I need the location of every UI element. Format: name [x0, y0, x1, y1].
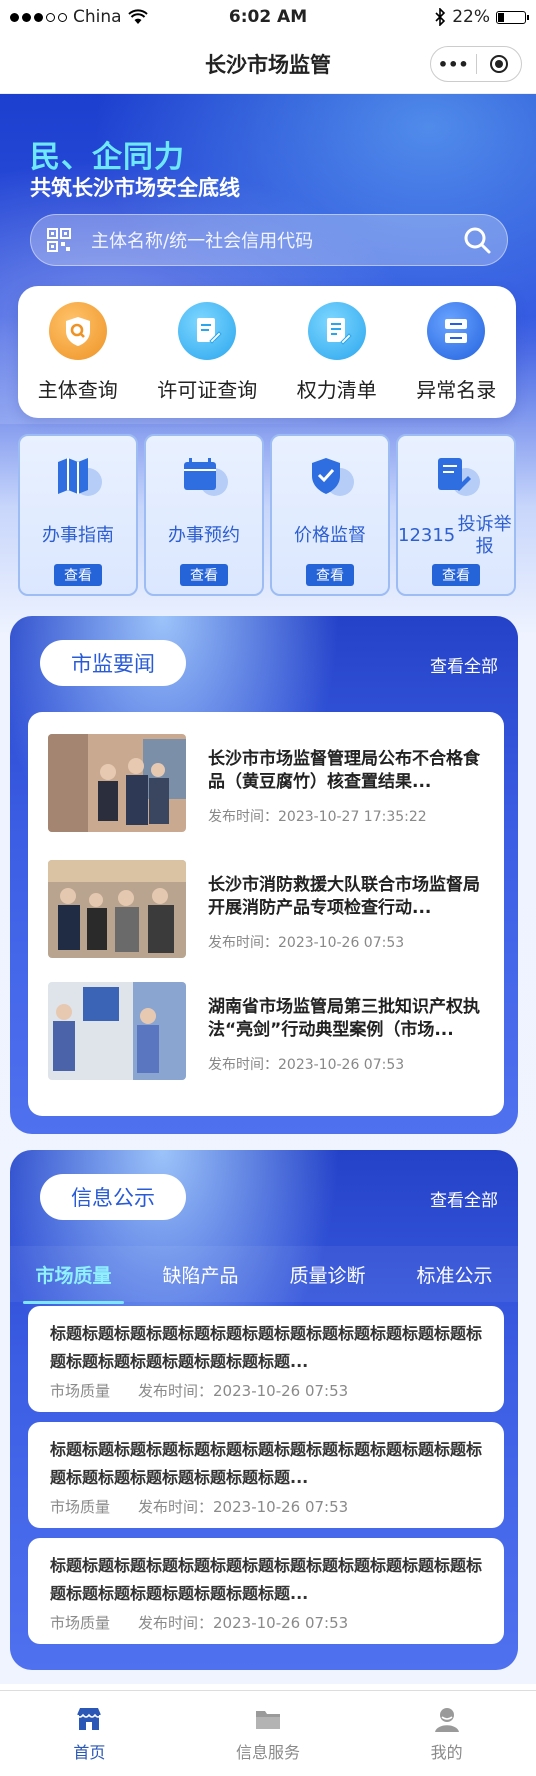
news-thumbnail: [48, 734, 186, 832]
service-price-supervision-tile[interactable]: 价格监督 查看: [270, 434, 390, 596]
more-dots-icon: •••: [437, 54, 469, 74]
status-bar: China 6:02 AM 22%: [0, 0, 536, 34]
news-thumbnail: [48, 860, 186, 958]
abnormal-list-icon: [427, 301, 486, 360]
wifi-icon: [127, 9, 148, 24]
quick-action-label: 权力清单: [296, 377, 377, 402]
tab-info-service[interactable]: 信息服务: [208, 1705, 328, 1763]
hero-slogan-sub: 共筑长沙市场安全底线: [30, 176, 240, 200]
quick-action-power-list[interactable]: 权力清单: [296, 301, 377, 403]
service-appointment-tile[interactable]: 办事预约 查看: [144, 434, 264, 596]
service-guide-tile[interactable]: 办事指南 查看: [18, 434, 138, 596]
search-icon[interactable]: [463, 226, 491, 254]
tab-market-quality[interactable]: 市场质量: [23, 1255, 124, 1304]
info-title: 标题标题标题标题标题标题标题标题标题标题标题标题标题标题标题标题标题标题标题标题…: [50, 1324, 483, 1371]
calendar-icon: [178, 456, 230, 500]
info-time: 发布时间：2023-10-26 07:53: [138, 1382, 349, 1400]
service-label: 12315 投诉举报: [398, 514, 514, 558]
bottom-tab-bar: 首页 信息服务 我的: [0, 1690, 536, 1776]
service-tiles: 办事指南 查看 办事预约 查看 价格监督 查看 12315 投诉举报 查看: [18, 434, 516, 596]
qr-scan-icon[interactable]: [47, 228, 71, 252]
info-list-item[interactable]: 标题标题标题标题标题标题标题标题标题标题标题标题标题标题标题标题标题标题标题标题…: [28, 1306, 504, 1412]
news-title: 湖南省市场监管局第三批知识产权执法“亮剑”行动典型案例（市场...: [208, 997, 480, 1040]
license-doc-icon: [178, 301, 237, 360]
quick-action-entity-query[interactable]: 主体查询: [37, 301, 118, 403]
service-label: 办事指南: [42, 525, 114, 546]
search-input[interactable]: 主体名称/统一社会信用代码: [91, 227, 463, 253]
news-list: 长沙市市场监督管理局公布不合格食品（黄豆腐竹）核查置结果... 发布时间：202…: [28, 712, 504, 1116]
section-title: 市监要闻: [40, 640, 186, 686]
user-icon: [434, 1707, 459, 1732]
page-title: 长沙市场监管: [205, 52, 331, 77]
news-item[interactable]: 长沙市消防救援大队联合市场监督局开展消防产品专项检查行动... 发布时间：202…: [48, 860, 488, 960]
view-button[interactable]: 查看: [54, 564, 102, 586]
info-view-all-link[interactable]: 查看全部: [430, 1186, 498, 1211]
news-panel: 市监要闻 查看全部 长沙市市场监督管理局公布不合格食品（黄豆腐竹）核查置结果..…: [10, 616, 518, 1134]
target-icon: [489, 55, 508, 73]
tab-label: 首页: [73, 1742, 106, 1762]
bluetooth-icon: [435, 8, 446, 26]
quick-action-label: 主体查询: [37, 377, 118, 402]
tab-home[interactable]: 首页: [29, 1705, 149, 1763]
quick-action-label: 异常名录: [416, 377, 497, 402]
view-button[interactable]: 查看: [180, 564, 228, 586]
info-panel: 信息公示 查看全部 市场质量 缺陷产品 质量诊断 标准公示 标题标题标题标题标题…: [10, 1150, 518, 1670]
view-button[interactable]: 查看: [306, 564, 354, 586]
news-time: 发布时间：2023-10-26 07:53: [208, 935, 405, 951]
map-guide-icon: [52, 456, 104, 500]
view-button[interactable]: 查看: [432, 564, 480, 586]
tab-defective-products[interactable]: 缺陷产品: [158, 1255, 242, 1294]
info-list-item[interactable]: 标题标题标题标题标题标题标题标题标题标题标题标题标题标题标题标题标题标题标题标题…: [28, 1422, 504, 1528]
clock: 6:02 AM: [228, 7, 308, 27]
section-title: 信息公示: [40, 1174, 186, 1220]
quick-action-abnormal-list[interactable]: 异常名录: [416, 301, 497, 403]
news-item[interactable]: 长沙市市场监督管理局公布不合格食品（黄豆腐竹）核查置结果... 发布时间：202…: [48, 734, 488, 834]
quick-action-license-query[interactable]: 许可证查询: [157, 301, 258, 403]
service-label-line1: 12315: [398, 525, 456, 546]
info-tabs: 市场质量 缺陷产品 质量诊断 标准公示: [10, 1246, 518, 1304]
home-store-icon: [76, 1707, 102, 1730]
tab-standard-notice[interactable]: 标准公示: [412, 1255, 496, 1294]
signal-icon: [10, 12, 67, 22]
list-doc-icon: [307, 301, 366, 360]
complaint-doc-icon: [430, 456, 482, 500]
info-title: 标题标题标题标题标题标题标题标题标题标题标题标题标题标题标题标题标题标题标题标题…: [50, 1556, 483, 1603]
battery-icon: [496, 10, 529, 24]
news-title: 长沙市消防救援大队联合市场监督局开展消防产品专项检查行动...: [208, 875, 480, 918]
nav-bar: 长沙市场监管 •••: [0, 34, 536, 94]
info-title: 标题标题标题标题标题标题标题标题标题标题标题标题标题标题标题标题标题标题标题标题…: [50, 1440, 483, 1487]
info-list-item[interactable]: 标题标题标题标题标题标题标题标题标题标题标题标题标题标题标题标题标题标题标题标题…: [28, 1538, 504, 1644]
tab-label: 信息服务: [235, 1742, 300, 1762]
shield-search-icon: [48, 301, 107, 360]
info-category: 市场质量: [50, 1382, 111, 1400]
tab-mine[interactable]: 我的: [387, 1705, 507, 1763]
news-view-all-link[interactable]: 查看全部: [430, 652, 498, 677]
news-thumbnail: [48, 982, 186, 1080]
carrier-label: China: [73, 7, 122, 27]
info-time: 发布时间：2023-10-26 07:53: [138, 1614, 349, 1632]
quick-action-label: 许可证查询: [157, 377, 258, 402]
folder-icon: [255, 1710, 280, 1729]
shield-check-icon: [304, 456, 356, 500]
service-label: 办事预约: [168, 525, 240, 546]
tab-quality-diagnosis[interactable]: 质量诊断: [285, 1255, 369, 1294]
news-item[interactable]: 湖南省市场监管局第三批知识产权执法“亮剑”行动典型案例（市场... 发布时间：2…: [48, 982, 488, 1082]
close-program-button[interactable]: [477, 47, 522, 81]
news-time: 发布时间：2023-10-26 07:53: [208, 1057, 405, 1073]
news-time: 发布时间：2023-10-27 17:35:22: [208, 809, 427, 825]
quick-actions-card: 主体查询 许可证查询 权力清单 异常名录: [18, 286, 516, 418]
service-label-line2: 投诉举报: [457, 514, 512, 557]
hero-slogan-main: 民、企同力: [30, 140, 185, 175]
service-label: 价格监督: [294, 525, 366, 546]
mini-program-capsule: •••: [430, 46, 522, 82]
search-bar[interactable]: 主体名称/统一社会信用代码: [30, 214, 508, 266]
info-time: 发布时间：2023-10-26 07:53: [138, 1498, 349, 1516]
info-category: 市场质量: [50, 1498, 111, 1516]
tab-label: 我的: [430, 1742, 463, 1762]
news-title: 长沙市市场监督管理局公布不合格食品（黄豆腐竹）核查置结果...: [208, 749, 480, 792]
more-menu-button[interactable]: •••: [431, 47, 476, 81]
battery-percent: 22%: [452, 7, 490, 27]
service-complaint-tile[interactable]: 12315 投诉举报 查看: [396, 434, 516, 596]
info-category: 市场质量: [50, 1614, 111, 1632]
